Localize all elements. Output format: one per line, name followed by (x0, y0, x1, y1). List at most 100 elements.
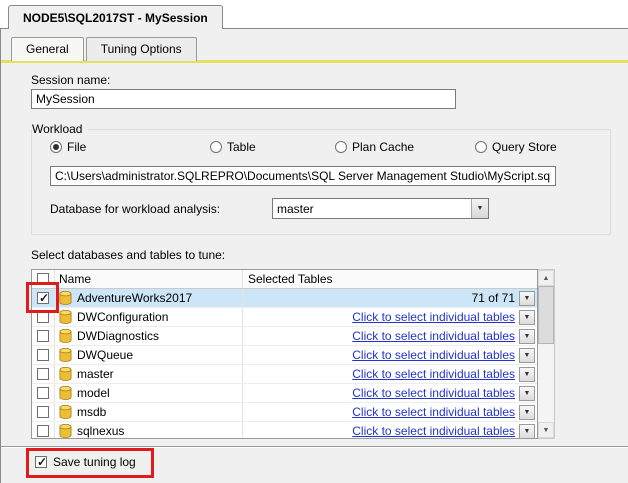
table-row[interactable]: DWConfiguration Click to select individua… (32, 308, 537, 327)
select-tables-link[interactable]: Click to select individual tables (352, 405, 515, 419)
row-checkbox[interactable] (37, 425, 49, 437)
row-selected-tables-cell: Click to select individual tables ▼ (242, 346, 537, 364)
radio-file[interactable]: File (50, 140, 210, 154)
tab-strip: General Tuning Options (11, 37, 197, 61)
combo-dropdown-icon[interactable]: ▼ (471, 199, 488, 218)
radio-label: File (67, 140, 87, 154)
tables-dropdown-button[interactable]: ▼ (519, 404, 535, 420)
database-icon (59, 291, 72, 305)
tables-dropdown-button[interactable]: ▼ (519, 347, 535, 363)
row-name-cell: sqlnexus (54, 422, 242, 438)
radio-circle-icon (335, 141, 347, 153)
tables-dropdown-button[interactable]: ▼ (519, 366, 535, 382)
radio-label: Table (227, 140, 256, 154)
row-checkbox-cell (32, 422, 54, 438)
radio-query-store[interactable]: Query Store (475, 140, 557, 154)
database-name: DWQueue (77, 348, 134, 362)
tables-dropdown-button[interactable]: ▼ (519, 385, 535, 401)
select-all-checkbox[interactable] (37, 273, 49, 285)
tables-dropdown-button[interactable]: ▼ (519, 423, 535, 438)
row-name-cell: AdventureWorks2017 (54, 289, 242, 307)
scrollbar-thumb[interactable] (538, 286, 554, 344)
select-tables-link[interactable]: Click to select individual tables (352, 424, 515, 438)
database-icon (59, 386, 72, 400)
row-checkbox[interactable] (37, 368, 49, 380)
select-tables-link[interactable]: Click to select individual tables (352, 367, 515, 381)
grid-header-selected-tables[interactable]: Selected Tables (242, 270, 537, 288)
workload-group-caption: Workload (32, 122, 89, 136)
scroll-down-icon[interactable]: ▼ (538, 422, 554, 438)
separator (1, 446, 628, 448)
table-row[interactable]: DWDiagnostics Click to select individual … (32, 327, 537, 346)
select-tables-link[interactable]: Click to select individual tables (352, 348, 515, 362)
database-name: msdb (77, 405, 107, 419)
tables-dropdown-button[interactable]: ▼ (519, 328, 535, 344)
table-row[interactable]: model Click to select individual tables ▼ (32, 384, 537, 403)
row-selected-tables-cell: Click to select individual tables ▼ (242, 403, 537, 421)
row-name-cell: DWConfiguration (54, 308, 242, 326)
selected-tables-count: 71 of 71 (471, 291, 515, 305)
table-row[interactable]: AdventureWorks2017 71 of 71 ▼ (32, 289, 537, 308)
row-name-cell: DWQueue (54, 346, 242, 364)
table-row[interactable]: sqlnexus Click to select individual table… (32, 422, 537, 438)
row-checkbox[interactable] (37, 292, 49, 304)
workload-file-input[interactable] (50, 166, 556, 186)
grid-header-checkbox-cell (32, 270, 54, 288)
row-selected-tables-cell: Click to select individual tables ▼ (242, 308, 537, 326)
radio-plan-cache[interactable]: Plan Cache (335, 140, 475, 154)
grid-header-selected-tables-label: Selected Tables (248, 272, 333, 286)
row-name-cell: msdb (54, 403, 242, 421)
table-row[interactable]: master Click to select individual tables ▼ (32, 365, 537, 384)
row-checkbox[interactable] (37, 349, 49, 361)
tables-dropdown-button[interactable]: ▼ (519, 309, 535, 325)
select-tables-link[interactable]: Click to select individual tables (352, 329, 515, 343)
row-checkbox-cell (32, 289, 54, 307)
session-name-input[interactable] (31, 89, 456, 109)
tables-dropdown-button[interactable]: ▼ (519, 290, 535, 306)
radio-circle-icon (475, 141, 487, 153)
databases-grid: Name Selected Tables AdventureWorks2017 7… (31, 269, 555, 439)
row-checkbox[interactable] (37, 387, 49, 399)
select-tables-link[interactable]: Click to select individual tables (352, 386, 515, 400)
tab-general[interactable]: General (11, 37, 84, 61)
row-checkbox[interactable] (37, 406, 49, 418)
database-icon (59, 310, 72, 324)
radio-table[interactable]: Table (210, 140, 335, 154)
row-checkbox-cell (32, 384, 54, 402)
tuning-advisor-window: NODE5\SQL2017ST - MySession General Tunin… (0, 0, 628, 483)
select-tables-link[interactable]: Click to select individual tables (352, 310, 515, 324)
row-checkbox[interactable] (37, 311, 49, 323)
database-icon (59, 348, 72, 362)
database-name: master (77, 367, 114, 381)
row-selected-tables-cell: Click to select individual tables ▼ (242, 327, 537, 345)
workload-db-row: Database for workload analysis: master ▼ (50, 198, 489, 219)
workload-db-combo[interactable]: master ▼ (272, 198, 489, 219)
grid-header-name[interactable]: Name (54, 270, 242, 288)
session-document-tab[interactable]: NODE5\SQL2017ST - MySession (8, 5, 223, 29)
table-row[interactable]: msdb Click to select individual tables ▼ (32, 403, 537, 422)
database-name: DWConfiguration (77, 310, 169, 324)
session-name-label: Session name: (31, 73, 111, 87)
vertical-scrollbar[interactable]: ▲ ▼ (538, 269, 555, 439)
row-selected-tables-cell: Click to select individual tables ▼ (242, 422, 537, 438)
scroll-up-icon[interactable]: ▲ (538, 270, 554, 286)
scrollbar-track[interactable] (538, 286, 554, 422)
workload-group: Workload File Table Plan Cache Query Store … (31, 122, 611, 235)
save-tuning-log-checkbox[interactable] (35, 456, 47, 468)
row-name-cell: DWDiagnostics (54, 327, 242, 345)
database-name: sqlnexus (77, 424, 125, 438)
grid-header-name-label: Name (59, 272, 92, 286)
tune-section-label: Select databases and tables to tune: (31, 248, 226, 262)
row-checkbox-cell (32, 365, 54, 383)
workload-db-label: Database for workload analysis: (50, 201, 221, 216)
database-icon (59, 424, 72, 438)
radio-circle-icon (50, 141, 62, 153)
row-selected-tables-cell: 71 of 71 ▼ (242, 289, 537, 307)
tab-tuning-options[interactable]: Tuning Options (85, 37, 197, 61)
row-checkbox-cell (32, 327, 54, 345)
row-checkbox[interactable] (37, 330, 49, 342)
table-row[interactable]: DWQueue Click to select individual tables… (32, 346, 537, 365)
radio-label: Plan Cache (352, 140, 415, 154)
save-tuning-log[interactable]: Save tuning log (35, 455, 136, 469)
session-document-tab-label: NODE5\SQL2017ST - MySession (23, 10, 208, 25)
